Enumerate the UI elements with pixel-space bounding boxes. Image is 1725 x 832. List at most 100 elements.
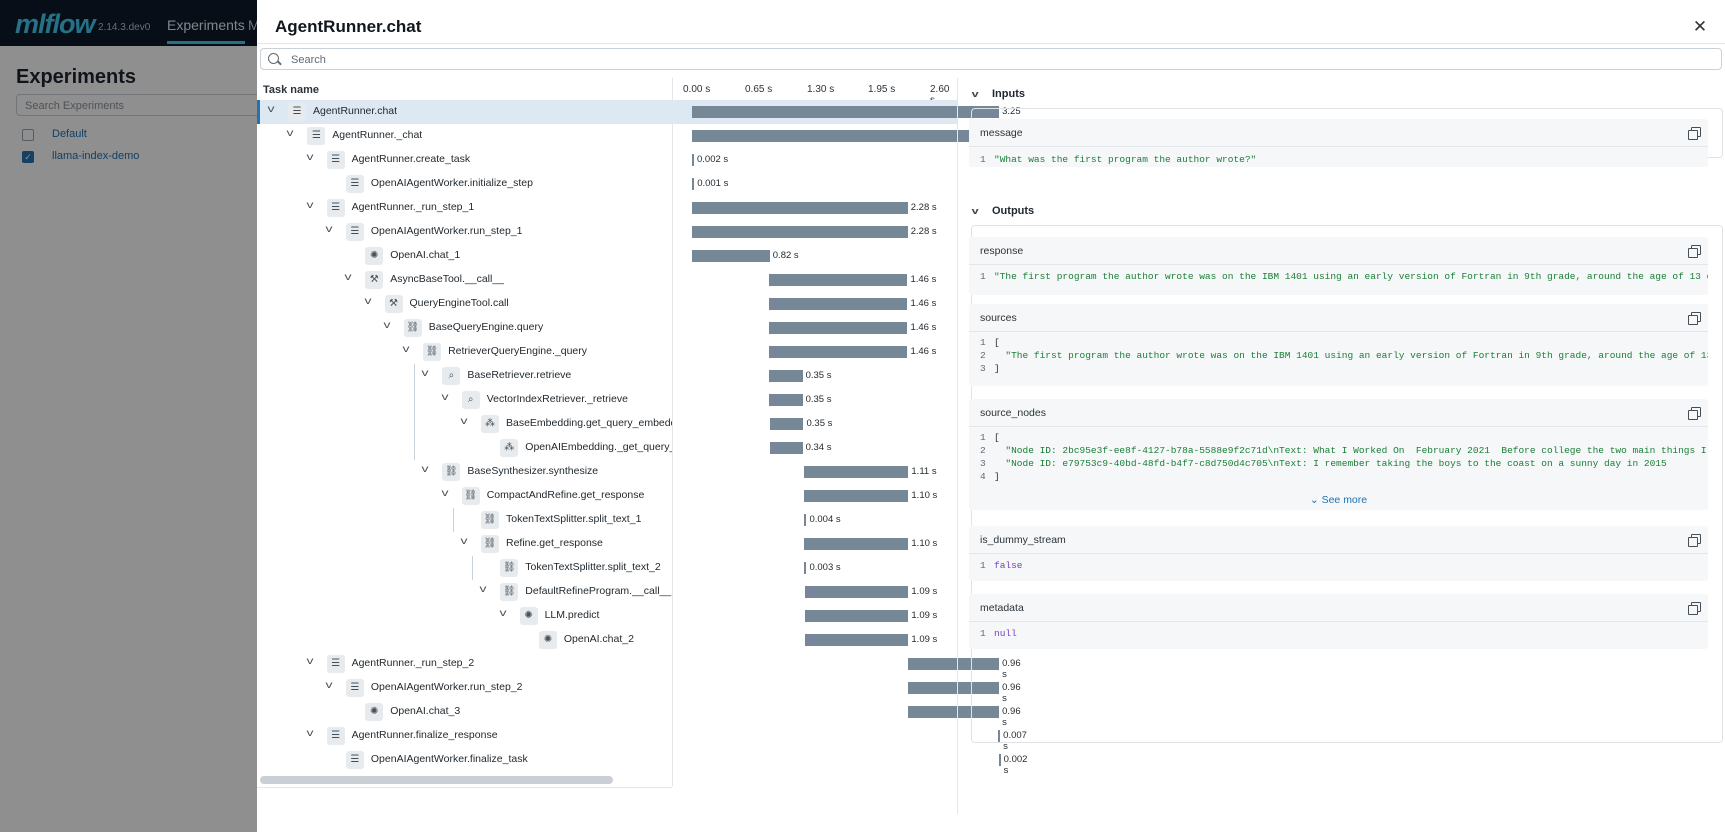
chevron-down-icon[interactable]: v [282, 128, 299, 142]
span-row[interactable]: v ⛓ CompactAndRefine.get_response 1.10 s [257, 484, 957, 508]
span-duration-bar[interactable] [804, 514, 807, 526]
span-row[interactable]: v ☰ OpenAIAgentWorker.run_step_1 2.28 s [257, 220, 957, 244]
span-name-cell[interactable]: v ✺ LLM.predict [257, 604, 672, 628]
span-row[interactable]: v ⛓ BaseSynthesizer.synthesize 1.11 s [257, 460, 957, 484]
span-row[interactable]: ⛓ TokenTextSplitter.split_text_2 0.003 s [257, 556, 957, 580]
chevron-down-icon[interactable]: v [972, 206, 989, 216]
span-duration-bar[interactable] [804, 490, 909, 502]
span-duration-bar[interactable] [803, 466, 909, 478]
chevron-down-icon[interactable]: v [301, 200, 318, 214]
span-name[interactable]: RetrieverQueryEngine._query [448, 345, 587, 357]
span-name[interactable]: OpenAIAgentWorker.run_step_1 [371, 225, 523, 237]
span-name-cell[interactable]: ⁂ OpenAIEmbedding._get_query_embedding [257, 436, 672, 460]
section-header-outputs[interactable]: v Outputs [972, 205, 1035, 225]
span-row[interactable]: v ✺ LLM.predict 1.09 s [257, 604, 957, 628]
span-name[interactable]: BaseQueryEngine.query [429, 321, 543, 333]
span-row[interactable]: v ⛓ RetrieverQueryEngine._query 1.46 s [257, 340, 957, 364]
close-button[interactable]: ✕ [1689, 16, 1711, 38]
span-duration-bar[interactable] [692, 202, 908, 214]
span-duration-bar[interactable] [804, 538, 909, 550]
span-row[interactable]: v ⌕ BaseRetriever.retrieve 0.35 s [257, 364, 957, 388]
span-name-cell[interactable]: v ☰ AgentRunner._run_step_2 [257, 652, 672, 676]
span-row[interactable]: v ☰ OpenAIAgentWorker.run_step_2 0.96 s [257, 676, 1021, 704]
span-name[interactable]: OpenAI.chat_2 [564, 633, 634, 645]
span-row[interactable]: v ⌕ VectorIndexRetriever._retrieve 0.35 s [257, 388, 957, 412]
span-row[interactable]: v☰AgentRunner._chat3.25 s [257, 124, 1021, 152]
chevron-down-icon[interactable]: v [494, 608, 511, 622]
horizontal-scrollbar[interactable] [260, 776, 671, 784]
span-duration-bar[interactable] [692, 226, 908, 238]
span-duration-bar[interactable] [770, 418, 804, 430]
span-name[interactable]: BaseSynthesizer.synthesize [467, 465, 598, 477]
span-name-cell[interactable]: v ⛓ DefaultRefineProgram.__call__ [257, 580, 672, 604]
copy-icon[interactable] [1688, 407, 1701, 420]
span-duration-bar[interactable] [692, 106, 1000, 118]
chevron-down-icon[interactable]: v [301, 152, 318, 166]
span-duration-bar[interactable] [805, 586, 909, 598]
span-duration-bar[interactable] [769, 394, 803, 406]
chevron-down-icon[interactable]: v [456, 416, 473, 430]
chevron-down-icon[interactable]: v [456, 536, 473, 550]
see-more-link[interactable]: ⌄ See more [969, 494, 1708, 506]
span-name[interactable]: OpenAI.chat_3 [390, 705, 460, 717]
span-name-cell[interactable]: ✺ OpenAI.chat_2 [257, 628, 672, 652]
copy-icon[interactable] [1688, 534, 1701, 547]
span-name[interactable]: Refine.get_response [506, 537, 603, 549]
copy-icon[interactable] [1688, 245, 1701, 258]
span-name-cell[interactable]: v ⛓ Refine.get_response [257, 532, 672, 556]
span-row[interactable]: v ⚒ QueryEngineTool.call 1.46 s [257, 292, 957, 316]
span-row[interactable]: v ☰ AgentRunner.create_task 0.002 s [257, 148, 957, 172]
span-name-cell[interactable]: v ☰ OpenAIAgentWorker.run_step_1 [257, 220, 672, 244]
span-name[interactable]: AgentRunner._chat [332, 129, 422, 141]
span-name[interactable]: OpenAI.chat_1 [390, 249, 460, 261]
span-row[interactable]: ⁂ OpenAIEmbedding._get_query_embedding 0.3… [257, 436, 957, 460]
span-row[interactable]: ✺ OpenAI.chat_3 0.96 s [257, 700, 1021, 728]
span-name-cell[interactable]: v ☰ AgentRunner.chat [257, 100, 672, 124]
trace-search-input[interactable] [291, 52, 1691, 67]
copy-icon[interactable] [1688, 602, 1701, 615]
span-name-cell[interactable]: ✺ OpenAI.chat_1 [257, 244, 672, 268]
span-row[interactable]: v ⛓ DefaultRefineProgram.__call__ 1.09 s [257, 580, 957, 604]
span-name[interactable]: AsyncBaseTool.__call__ [390, 273, 504, 285]
span-row[interactable]: v ☰ AgentRunner._run_step_1 2.28 s [257, 196, 957, 220]
chevron-down-icon[interactable]: v [417, 464, 434, 478]
span-duration-bar[interactable] [769, 370, 803, 382]
chevron-down-icon[interactable]: v [263, 104, 280, 118]
span-name[interactable]: AgentRunner.create_task [352, 153, 471, 165]
span-row[interactable]: ✺ OpenAI.chat_1 0.82 s [257, 244, 957, 268]
span-duration-bar[interactable] [769, 322, 908, 334]
span-name-cell[interactable]: v ⛓ RetrieverQueryEngine._query [257, 340, 672, 364]
chevron-down-icon[interactable]: v [301, 656, 318, 670]
span-row[interactable]: v ⛓ BaseQueryEngine.query 1.46 s [257, 316, 957, 340]
span-name-cell[interactable]: v ☰ AgentRunner._run_step_1 [257, 196, 672, 220]
span-name[interactable]: AgentRunner.finalize_response [352, 729, 498, 741]
span-name-cell[interactable]: v ⛓ BaseQueryEngine.query [257, 316, 672, 340]
span-name-cell[interactable]: ✺ OpenAI.chat_3 [257, 700, 672, 724]
section-header-inputs[interactable]: v Inputs [972, 88, 1025, 108]
span-name[interactable]: VectorIndexRetriever._retrieve [487, 393, 628, 405]
span-name[interactable]: OpenAIEmbedding._get_query_embedding [525, 441, 672, 453]
span-name[interactable]: LLM.predict [545, 609, 600, 621]
copy-icon[interactable] [1688, 127, 1701, 140]
span-name-cell[interactable]: v ⌕ VectorIndexRetriever._retrieve [257, 388, 672, 412]
span-row[interactable]: ⛓ TokenTextSplitter.split_text_1 0.004 s [257, 508, 957, 532]
span-name[interactable]: CompactAndRefine.get_response [487, 489, 645, 501]
span-name-cell[interactable]: v ☰ OpenAIAgentWorker.run_step_2 [257, 676, 672, 700]
chevron-down-icon[interactable]: v [320, 680, 337, 694]
span-name-cell[interactable]: ☰ OpenAIAgentWorker.finalize_task [257, 748, 672, 772]
span-duration-bar[interactable] [692, 250, 770, 262]
span-name-cell[interactable]: v ☰ AgentRunner.finalize_response [257, 724, 672, 748]
span-name-cell[interactable]: ⛓ TokenTextSplitter.split_text_1 [257, 508, 672, 532]
span-name-cell[interactable]: ⛓ TokenTextSplitter.split_text_2 [257, 556, 672, 580]
span-name-cell[interactable]: v ⌕ BaseRetriever.retrieve [257, 364, 672, 388]
span-duration-bar[interactable] [769, 298, 908, 310]
span-name[interactable]: AgentRunner._run_step_2 [352, 657, 475, 669]
chevron-down-icon[interactable]: v [301, 728, 318, 742]
span-name[interactable]: BaseEmbedding.get_query_embedding [506, 417, 672, 429]
span-name[interactable]: TokenTextSplitter.split_text_1 [506, 513, 641, 525]
span-row[interactable]: ☰ OpenAIAgentWorker.finalize_task 0.002 s [257, 748, 1027, 776]
span-name[interactable]: AgentRunner.chat [313, 105, 397, 117]
span-name-cell[interactable]: v ☰ AgentRunner._chat [257, 124, 672, 148]
chevron-down-icon[interactable]: v [972, 89, 989, 99]
span-row[interactable]: ✺ OpenAI.chat_2 1.09 s [257, 628, 957, 652]
